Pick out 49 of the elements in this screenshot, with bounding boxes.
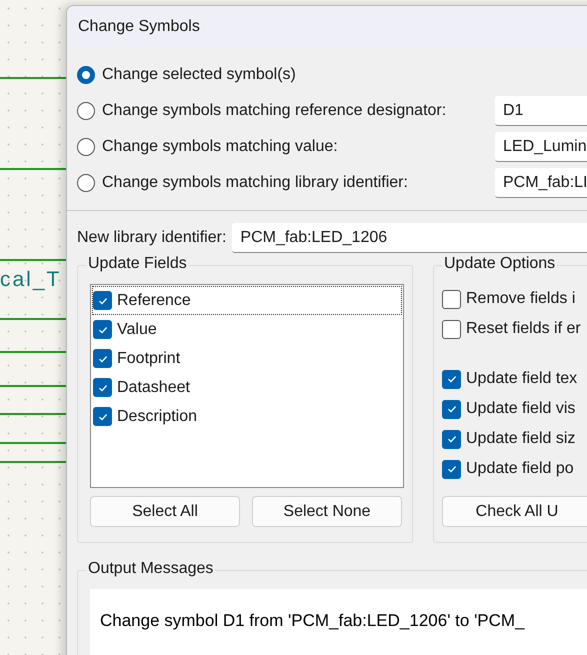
list-item[interactable]: Description bbox=[92, 402, 402, 431]
list-item[interactable]: Reference bbox=[92, 286, 402, 315]
group-title: Update Fields bbox=[86, 255, 189, 273]
checkbox-label[interactable]: Value bbox=[117, 320, 157, 338]
checkbox[interactable] bbox=[442, 290, 461, 308]
list-item[interactable]: Footprint bbox=[92, 344, 402, 373]
radio-label[interactable]: Change selected symbol(s) bbox=[102, 66, 495, 84]
radio-label[interactable]: Change symbols matching library identifier: bbox=[102, 174, 495, 192]
output-message: Change symbol D1 from 'PCM_fab:LED_1206' to 'PCM_ bbox=[100, 611, 526, 631]
radio-label[interactable]: Change symbols matching reference designator: bbox=[102, 102, 495, 120]
checkbox-label[interactable]: Remove fields i bbox=[466, 290, 576, 308]
checkbox-label[interactable]: Reset fields if er bbox=[466, 320, 581, 338]
checkbox[interactable] bbox=[442, 320, 461, 338]
checkbox[interactable] bbox=[93, 349, 112, 368]
input-field[interactable]: PCM_fab:LI bbox=[495, 168, 587, 198]
input-field[interactable]: D1 bbox=[495, 96, 587, 126]
radio-button[interactable] bbox=[77, 174, 95, 192]
checkbox-label[interactable]: Reference bbox=[117, 292, 191, 310]
checkbox-label[interactable]: Footprint bbox=[117, 350, 180, 368]
checkbox[interactable] bbox=[93, 378, 112, 397]
checkbox[interactable] bbox=[93, 320, 112, 339]
input-field[interactable]: LED_Lumin bbox=[495, 132, 587, 162]
list-item[interactable]: Datasheet bbox=[92, 373, 402, 402]
checkbox[interactable] bbox=[93, 291, 112, 310]
net-label: cal_T bbox=[0, 268, 62, 292]
checkbox[interactable] bbox=[442, 430, 461, 448]
checkbox-label[interactable]: Update field tex bbox=[466, 370, 578, 388]
checkbox[interactable] bbox=[442, 400, 461, 418]
checkbox[interactable] bbox=[442, 370, 461, 388]
radio-button[interactable] bbox=[77, 138, 95, 156]
checkbox-label[interactable]: Description bbox=[117, 408, 198, 426]
checkbox-label[interactable]: Update field vis bbox=[466, 400, 576, 418]
checkbox[interactable] bbox=[442, 460, 461, 478]
dialog-button[interactable]: Select All bbox=[90, 496, 240, 527]
checkbox-label[interactable]: Update field po bbox=[466, 460, 574, 478]
radio-button[interactable] bbox=[77, 102, 95, 120]
group-title: Update Options bbox=[442, 255, 558, 273]
checkbox-label[interactable]: Update field siz bbox=[466, 430, 576, 448]
dialog-button[interactable]: Check All U bbox=[442, 496, 587, 527]
window-title: Change Symbols bbox=[78, 18, 200, 36]
radio-label[interactable]: Change symbols matching value: bbox=[102, 138, 495, 156]
dialog-button[interactable]: Select None bbox=[252, 496, 402, 527]
checkbox-label[interactable]: Datasheet bbox=[117, 378, 190, 396]
group-title: Output Messages bbox=[86, 560, 216, 578]
checkbox[interactable] bbox=[93, 407, 112, 426]
input-field[interactable]: PCM_fab:LED_1206 bbox=[232, 223, 587, 253]
radio-button[interactable] bbox=[77, 66, 95, 84]
list-item[interactable]: Value bbox=[92, 315, 402, 344]
field-label: New library identifier: bbox=[77, 229, 226, 247]
